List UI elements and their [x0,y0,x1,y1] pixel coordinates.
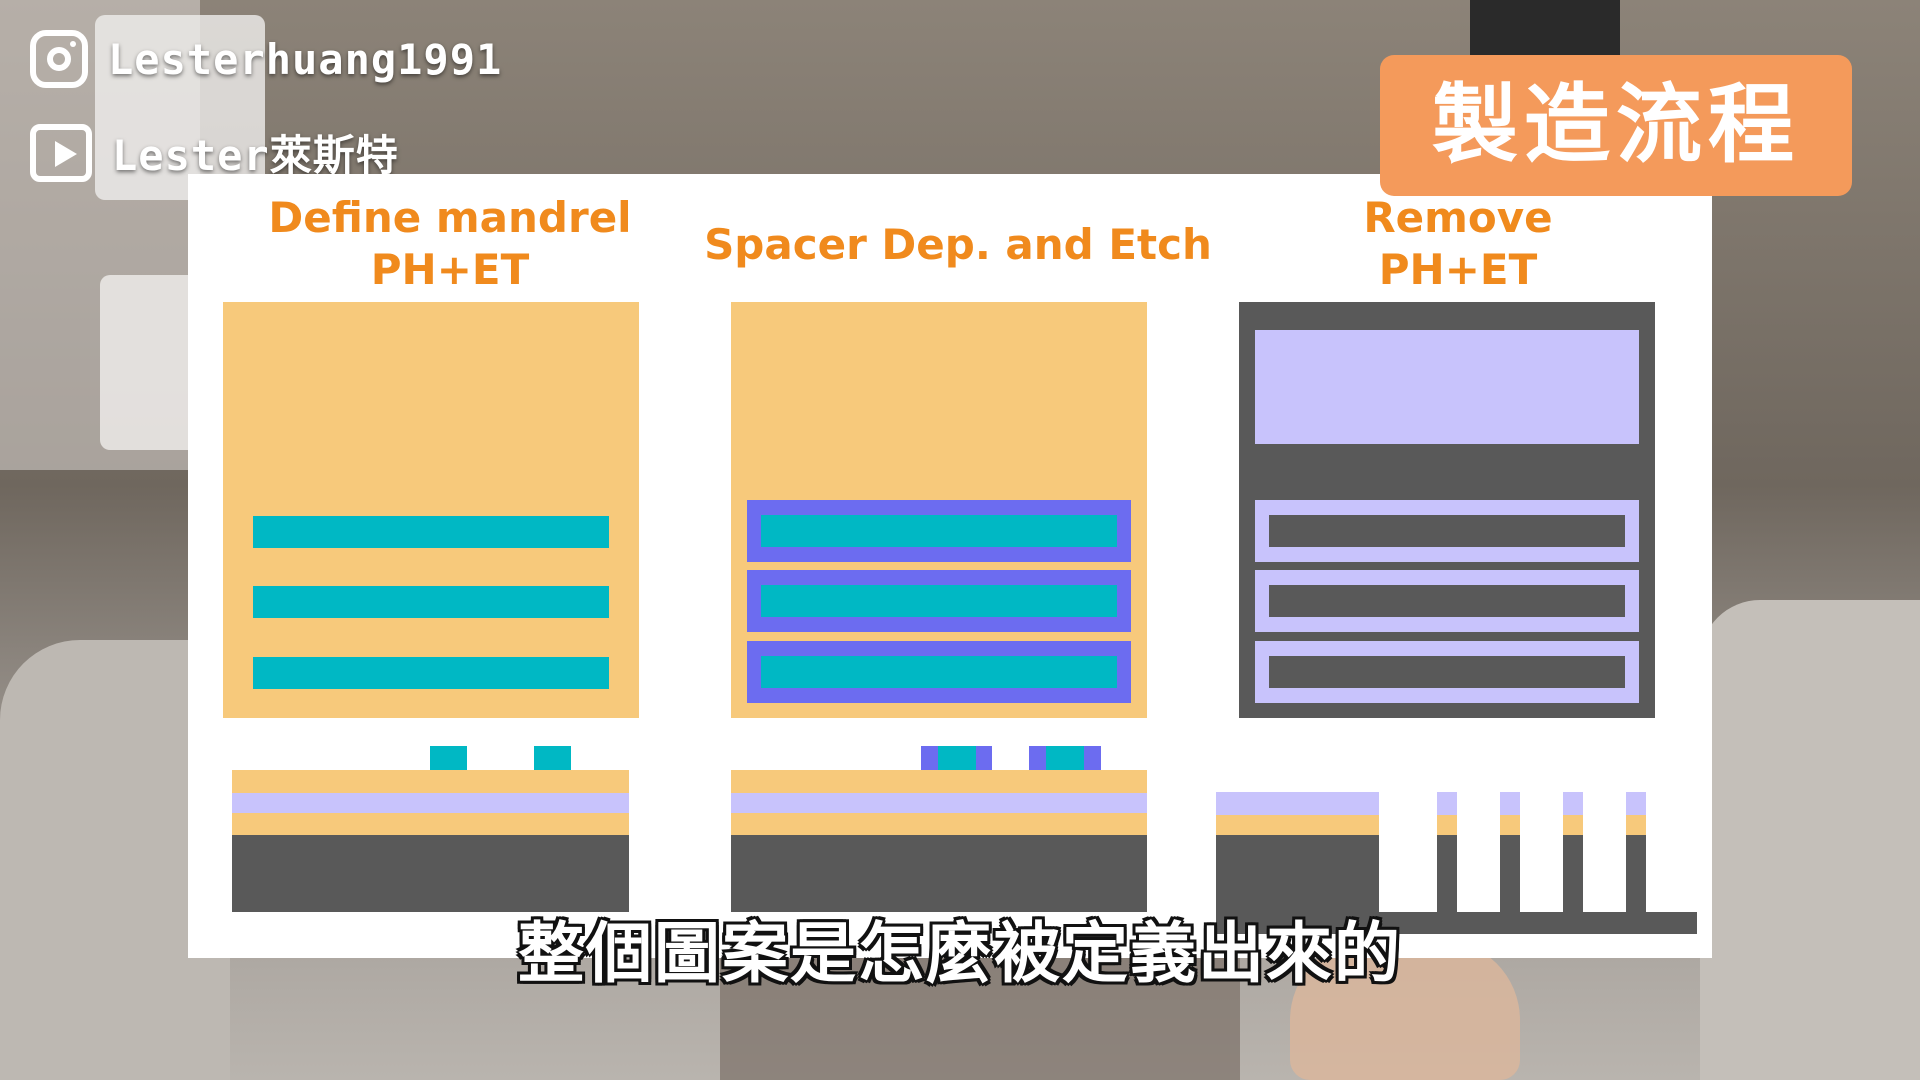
opening [1269,515,1625,547]
mandrel-line [761,656,1117,688]
fin-mid [1437,815,1457,835]
step-title-define-mandrel: Define mandrel PH+ET [268,193,632,294]
process-slide: Define mandrel PH+ET Spacer Dep. and Etc… [188,174,1712,958]
subtitle-caption: 整個圖案是怎麼被定義出來的 [518,915,1402,992]
cross-section-spacer [731,746,1147,912]
mandrel [938,746,976,770]
fin-mid [1563,815,1583,835]
instagram-handle-overlay: Lesterhuang1991 [30,30,502,88]
fin-cap [1626,792,1646,815]
step-title-spacer-dep: Spacer Dep. and Etch [704,220,1212,269]
spacer-ring [1255,641,1639,703]
title-badge: 製造流程 [1380,55,1852,196]
mandrel-line [253,657,609,689]
mandrel-line [761,515,1117,547]
layer-hardmask [1216,792,1379,815]
layer-photoresist [731,770,1147,793]
fin-mid [1626,815,1646,835]
cross-section-mandrel [232,746,629,912]
spacer-ring [747,641,1131,703]
top-view-mandrel [223,302,639,718]
instagram-icon [30,30,88,88]
mandrel [1046,746,1084,770]
layer-photoresist [232,770,629,793]
youtube-icon [30,123,92,182]
fin-cap [1563,792,1583,815]
background-frame [1470,0,1620,60]
instagram-handle: Lesterhuang1991 [108,34,503,84]
spacer-ring [1255,500,1639,562]
layer-hardmask [731,793,1147,813]
mandrel [534,746,571,770]
opening [1269,656,1625,688]
spacer-ring [747,570,1131,632]
mandrel [430,746,467,770]
layer-photoresist [731,813,1147,835]
hardmask-block [1255,330,1639,444]
layer-photoresist [232,813,629,835]
spacer-ring [1255,570,1639,632]
mandrel-line [253,516,609,548]
mandrel-line [761,585,1117,617]
step-title-remove: Remove PH+ET [1363,193,1553,294]
layer-hardmask [232,793,629,813]
top-view-spacer [731,302,1147,718]
top-view-after-remove [1239,302,1655,718]
layer-photoresist [1216,815,1379,835]
fin-cap [1500,792,1520,815]
opening [1269,585,1625,617]
fin-mid [1500,815,1520,835]
mandrel-line [253,586,609,618]
fin-cap [1437,792,1457,815]
spacer-ring [747,500,1131,562]
background-sofa [1700,600,1920,1080]
